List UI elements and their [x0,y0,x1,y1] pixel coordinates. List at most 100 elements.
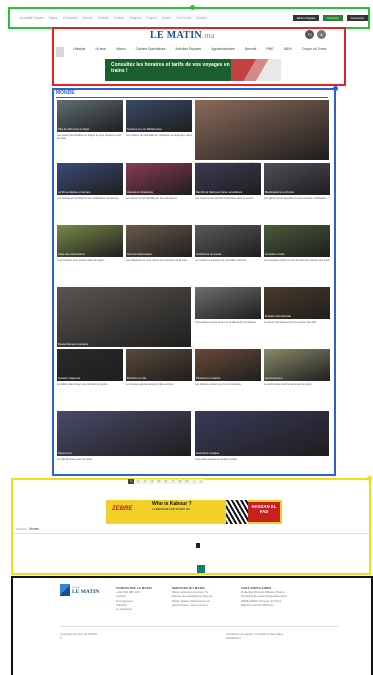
article-desc: Les opérateurs accélèrent les installati… [57,196,119,200]
article-image[interactable]: Festival de musique [195,411,329,456]
article-image[interactable]: Plus de 200 morts au Niger [57,100,123,132]
nav-item[interactable]: Benzeit [245,47,256,52]
article-image[interactable]: La 5G se déploie en Europe [57,163,123,195]
top-nav-link[interactable]: Dossier [196,16,207,20]
nav-item[interactable]: Coupe du Trône [302,47,326,52]
article-caption: Marché de Noël sous haute surveillance [196,191,243,194]
article-card[interactable]: Le président américain s'exprime lors d'… [195,100,329,165]
article-image[interactable] [195,287,261,319]
article-card[interactable]: Attentat de Strasbourg Le suspect a été i… [126,163,192,200]
legal-links[interactable]: Conditions de ventes | Conditions Généra… [226,632,283,640]
article-image[interactable]: Marché de Noël sous haute surveillance [195,163,261,195]
top-nav-link[interactable]: Monde [83,16,93,20]
send-icon[interactable]: ➤ [317,30,326,39]
top-nav-link[interactable]: Régions [129,16,141,20]
login-button[interactable]: Connexion [346,15,368,21]
page-link[interactable]: » [198,479,204,484]
top-nav-link[interactable]: Emploi [147,16,157,20]
article-image[interactable]: Incendie en forêt [264,225,330,257]
article-card[interactable]: Tensions en mer Méditerranée Les navires … [126,100,192,137]
article-image[interactable]: Parlement en séance [195,349,261,381]
page-link[interactable]: 7 [170,479,176,484]
top-nav-link[interactable]: Actualité Royale [20,16,44,20]
top-nav-link[interactable]: Culture [114,16,125,20]
page-link[interactable]: 5 [156,479,162,484]
article-card[interactable]: Paris la nuit La ville illuminée pour les… [57,411,191,461]
top-nav-link[interactable]: Maroc [49,16,58,20]
advertisement-banner[interactable]: ZEBRE Who is Kabour ? LA RÉPONSE SUR STUD… [106,500,282,524]
nav-item[interactable]: Agroalimentaire [211,47,235,52]
nav-item[interactable]: Maroc [116,47,125,52]
article-card[interactable]: Plus de 200 morts au Niger Les pluies tor… [57,100,123,140]
article-desc: Le suspect a été identifié par les enquê… [126,196,177,200]
article-image[interactable]: Tensions en mer Méditerranée [126,100,192,132]
page-link[interactable]: 8 [177,479,183,484]
ad-name-box: HASSAN EL FAD [248,502,280,522]
page-link[interactable]: 9 [184,479,190,484]
article-card[interactable]: Marché de Noël sous haute surveillance Le… [195,163,261,200]
article-card[interactable]: Conférence de presse Le ministre a annonc… [195,225,261,262]
article-card[interactable]: Parlement en séance Les députés votent un… [195,349,261,386]
article-image[interactable]: Rassemblement populaire [57,287,191,347]
article-card[interactable]: Manifestations en France Les gilets jaune… [264,163,330,200]
digital-edition-button[interactable]: Edition Digitale [292,15,320,21]
article-card[interactable]: Question religieuse Le débat relancé par … [57,349,123,386]
article-card[interactable]: Élections en Irak Le nouveau gouvernement… [126,349,192,386]
article-card[interactable]: Sommet diplomatique Les dirigeants se son… [126,225,192,262]
article-image[interactable]: Élections en Irak [126,349,192,381]
top-nav-link[interactable]: Société [98,16,109,20]
article-card[interactable]: Incendie en forêt Les pompiers luttent co… [264,225,330,262]
footer-link[interactable]: #Activités Royales #Agroalimentaire [241,594,287,598]
footer-logo[interactable]: Groupe LE MATIN [60,584,99,596]
top-nav-link[interactable]: Vos Droits [176,16,191,20]
top-nav-link[interactable]: Sports [162,16,172,20]
page-link[interactable]: › [191,479,197,484]
article-card[interactable]: Festival de musique Une scène géante accu… [195,411,329,461]
article-image[interactable]: Conférence de presse [195,225,261,257]
site-logo[interactable]: LE MATIN.ma [150,30,215,41]
footer-link[interactable]: Bourse de Casablanca Cinéma [172,594,212,598]
top-nav-link[interactable]: Économie [63,16,78,20]
breadcrumb-home[interactable]: Accueil [16,527,26,531]
article-image[interactable]: Environnement [264,349,330,381]
article-card[interactable]: Carte des interventions Une frontière sou… [57,225,123,262]
footer-link[interactable]: La rédaction [116,607,152,611]
nav-item[interactable]: Cahiers Spécialisés [136,47,166,52]
promo-text: Consultez les horaires et tarifs de vos … [111,62,230,74]
footer-link[interactable]: #Environnement #Monde [241,603,287,607]
footer-link[interactable]: garde Passer votre annonce [172,603,212,607]
train-promo-banner[interactable]: Consultez les horaires et tarifs de vos … [105,59,281,81]
back-to-top-button[interactable] [197,565,205,573]
nav-item[interactable]: Lifestyle [73,47,85,52]
pagination: 1 2 3 4 5 6 7 8 9 ›» [128,479,204,484]
article-card[interactable]: Enquête internationale Le témoin principa… [264,287,330,324]
article-image[interactable]: Sommet diplomatique [126,225,192,257]
tv-icon[interactable]: TV [305,30,314,39]
page-link[interactable]: 4 [149,479,155,484]
article-caption: Carte des interventions [58,253,85,256]
page-link[interactable]: 6 [163,479,169,484]
article-image[interactable]: Attentat de Strasbourg [126,163,192,195]
article-desc: Le nouveau gouvernement prête serment [126,382,174,386]
page-link[interactable]: 3 [142,479,148,484]
nav-item[interactable]: Hi-tech [95,47,106,52]
premium-button[interactable]: Premium [323,15,343,21]
footer-tags: TAGS POPULAIRES #Lifestyle #Finiam #Maroc… [241,586,287,607]
page-link[interactable]: 2 [135,479,141,484]
article-card[interactable]: Une épaisse fumée recouvre la ville aprè… [195,287,261,324]
article-image[interactable]: Carte des interventions [57,225,123,257]
page-link[interactable]: 1 [128,479,134,484]
nav-item[interactable]: PME [266,47,273,52]
article-image[interactable]: Paris la nuit [57,411,191,456]
article-card[interactable]: Rassemblement populaireDes milliers de p… [57,287,191,352]
article-image[interactable] [195,100,329,160]
nav-item[interactable]: INDH [284,47,292,52]
article-card[interactable]: Environnement La sécheresse touche dureme… [264,349,330,386]
nav-item[interactable]: Activités Royales [175,47,201,52]
article-card[interactable]: La 5G se déploie en Europe Les opérateurs… [57,163,123,200]
article-image[interactable]: Question religieuse [57,349,123,381]
home-icon[interactable] [56,47,64,57]
article-image[interactable]: Manifestations en France [264,163,330,195]
article-desc: Les mesures de sécurité renforcées dans … [195,196,254,200]
article-image[interactable]: Enquête internationale [264,287,330,319]
